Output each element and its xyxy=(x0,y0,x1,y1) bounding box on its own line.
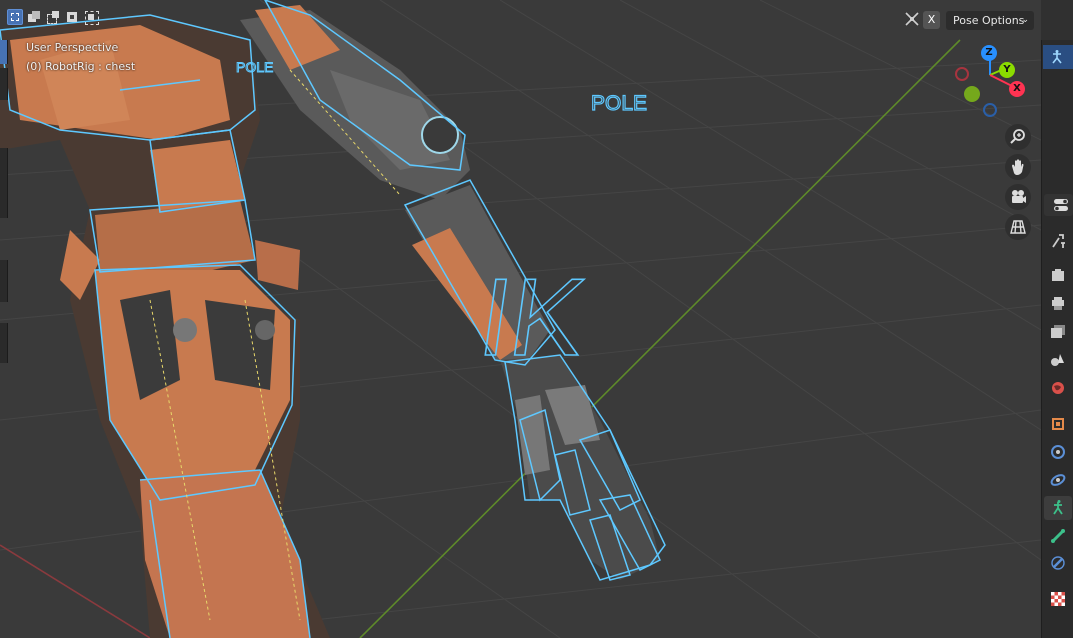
object-square-icon xyxy=(1052,418,1064,430)
chevron-down-icon: ⌄ xyxy=(1021,15,1029,25)
scene-properties-tab[interactable] xyxy=(1049,350,1067,368)
x-mirror-toggle[interactable]: X xyxy=(923,11,940,29)
image-stack-icon xyxy=(1051,325,1065,338)
outliner-header xyxy=(1041,0,1073,40)
tool-properties-tab[interactable] xyxy=(1049,232,1067,250)
select-intersect-button[interactable] xyxy=(83,9,99,25)
physics-orbit-icon xyxy=(1051,445,1065,459)
scene-shapes-icon xyxy=(1051,354,1064,366)
toolbar-tabs[interactable] xyxy=(0,38,8,368)
select-extend-button[interactable] xyxy=(26,9,42,25)
bone-constraints-tab[interactable] xyxy=(1049,554,1067,572)
world-globe-icon xyxy=(1052,382,1064,394)
robot-body[interactable] xyxy=(0,15,330,638)
output-properties-tab[interactable] xyxy=(1049,294,1067,312)
gizmo-neg-y-axis[interactable] xyxy=(964,86,980,102)
pole-label-large: POLE xyxy=(591,92,647,115)
select-subtract-button[interactable] xyxy=(45,9,61,25)
pose-mirror-icon[interactable] xyxy=(904,11,920,27)
wrench-screwdriver-icon xyxy=(1052,234,1065,248)
orbit-ring-icon xyxy=(1050,474,1066,486)
viewport-header: X Pose Options ⌄ xyxy=(0,0,1041,38)
gizmo-z-axis[interactable]: Z xyxy=(981,45,997,61)
viewport-scene[interactable]: POLE POLE IK xyxy=(0,0,1041,638)
printer-icon xyxy=(1052,297,1064,310)
object-data-armature-tab[interactable] xyxy=(1044,496,1072,520)
world-properties-tab[interactable] xyxy=(1049,379,1067,397)
camera-icon xyxy=(1012,190,1026,203)
properties-toggle-button[interactable] xyxy=(1044,194,1073,216)
gizmo-neg-z-axis[interactable] xyxy=(983,103,997,117)
ortho-toggle-button[interactable] xyxy=(1005,214,1031,240)
select-invert-button[interactable] xyxy=(64,9,80,25)
bone-icon xyxy=(1051,529,1065,543)
x-axis-line xyxy=(0,544,151,638)
toolbar-tab[interactable] xyxy=(0,148,8,218)
zoom-icon xyxy=(1010,129,1025,144)
toolbar-tab[interactable] xyxy=(0,68,8,100)
armature-pose-icon xyxy=(1052,50,1062,64)
modifiers-properties-tab[interactable] xyxy=(1049,443,1067,461)
hand-pan-icon xyxy=(1012,159,1024,175)
bone-constraint-icon xyxy=(1051,556,1065,570)
3d-viewport[interactable]: POLE POLE IK X Pose Options ⌄ User Persp… xyxy=(0,0,1041,638)
pan-button[interactable] xyxy=(1005,154,1031,180)
toggle-switch-icon xyxy=(1054,199,1068,211)
render-properties-tab[interactable] xyxy=(1049,266,1067,284)
gizmo-x-axis[interactable]: X xyxy=(1009,81,1025,97)
grid-ortho-icon xyxy=(1010,220,1026,234)
toolbar-tab[interactable] xyxy=(0,323,8,363)
toolbar-tab-active[interactable] xyxy=(0,40,8,64)
view-layer-properties-tab[interactable] xyxy=(1049,322,1067,340)
armature-running-icon xyxy=(1053,500,1063,515)
outliner-selected-row[interactable] xyxy=(1043,45,1073,69)
constraints-properties-tab[interactable] xyxy=(1049,471,1067,489)
gizmo-y-axis[interactable]: Y xyxy=(999,62,1015,78)
object-properties-tab[interactable] xyxy=(1049,415,1067,433)
active-object-label: (0) RobotRig : chest xyxy=(26,60,136,73)
zoom-button[interactable] xyxy=(1005,124,1031,150)
ik-label: IK xyxy=(472,256,593,378)
bone-properties-tab[interactable] xyxy=(1049,527,1067,545)
pose-options-dropdown[interactable]: Pose Options ⌄ xyxy=(946,11,1034,30)
camera-view-button[interactable] xyxy=(1005,184,1031,210)
gizmo-neg-x-axis[interactable] xyxy=(955,67,969,81)
pose-options-label: Pose Options xyxy=(953,14,1025,27)
checker-texture-icon xyxy=(1051,592,1065,606)
camera-back-icon xyxy=(1052,269,1064,281)
perspective-label: User Perspective xyxy=(26,41,119,54)
texture-properties-tab[interactable] xyxy=(1049,590,1067,608)
toolbar-tab[interactable] xyxy=(0,260,8,302)
select-new-button[interactable] xyxy=(7,9,23,25)
pole-label-small: POLE xyxy=(236,59,273,75)
